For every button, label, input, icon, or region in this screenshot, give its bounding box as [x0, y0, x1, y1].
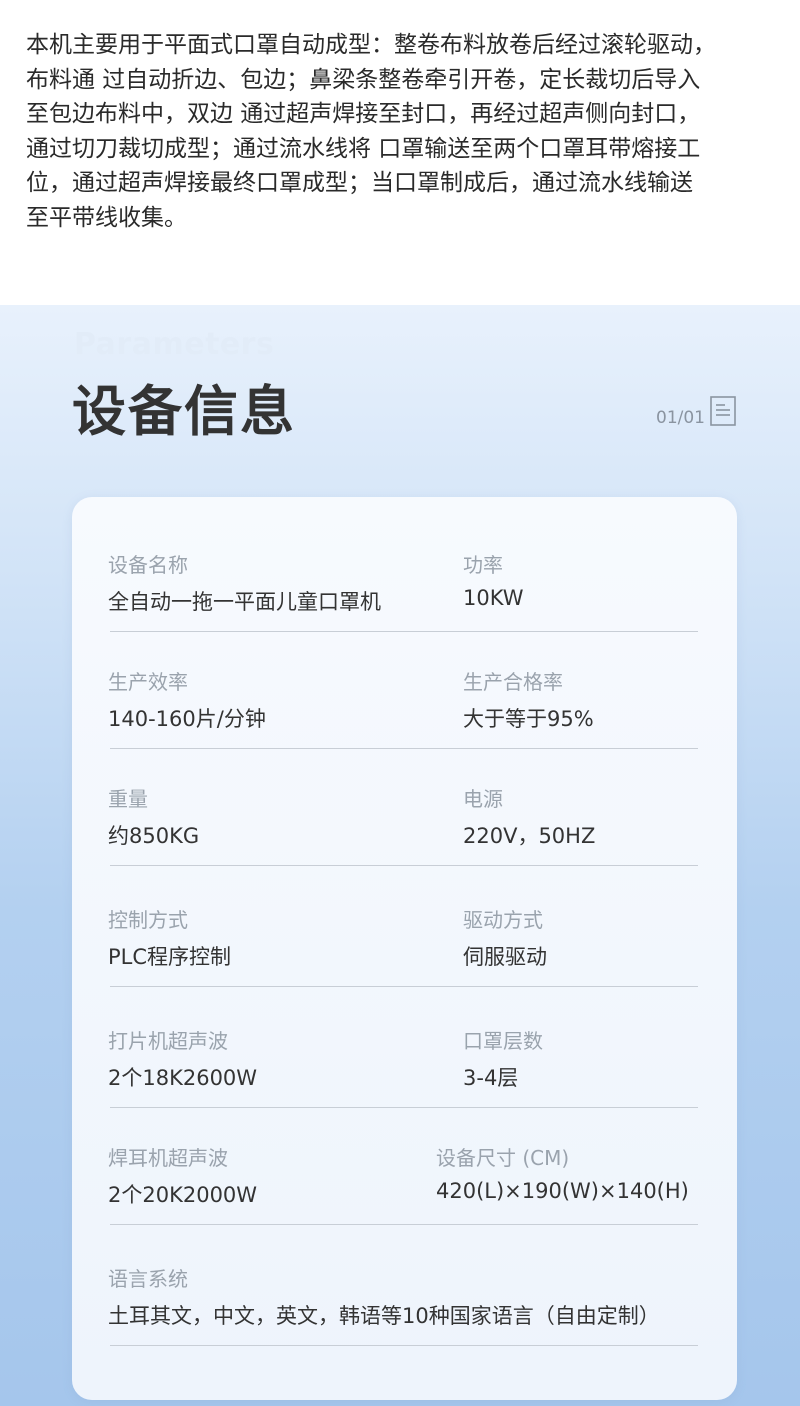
row-divider — [110, 1224, 698, 1225]
param-value: 伺服驱动 — [463, 945, 547, 969]
param-mask-layers: 口罩层数 3-4层 — [463, 1025, 543, 1092]
intro-line: 位，通过超声焊接最终口罩成型；当口罩制成后，通过流水线输送 — [26, 170, 693, 196]
param-cutter-ultrasonic: 打片机超声波 2个18K2600W — [108, 1025, 257, 1092]
intro-section: 本机主要用于平面式口罩自动成型：整卷布料放卷后经过滚轮驱动， 布料通 过自动折边、… — [0, 0, 800, 305]
param-power: 功率 10KW — [463, 549, 524, 610]
document-list-icon — [710, 396, 736, 426]
param-pass-rate: 生产合格率 大于等于95% — [463, 666, 594, 733]
param-label: 功率 — [463, 553, 503, 577]
intro-line: 至平带线收集。 — [26, 204, 187, 231]
param-value: 全自动一拖一平面儿童口罩机 — [108, 590, 381, 614]
param-value: 约850KG — [108, 824, 200, 848]
param-efficiency: 生产效率 140-160片/分钟 — [108, 666, 266, 733]
row-divider — [110, 631, 698, 632]
param-value: 10KW — [463, 586, 524, 610]
param-value: 3-4层 — [463, 1066, 519, 1090]
param-value: 420(L)×190(W)×140(H) — [436, 1179, 689, 1203]
param-dimensions: 设备尺寸 (CM) 420(L)×190(W)×140(H) — [436, 1142, 689, 1203]
intro-line: 本机主要用于平面式口罩自动成型：整卷布料放卷后经过滚轮驱动， — [26, 32, 716, 58]
intro-line: 布料通 过自动折边、包边；鼻梁条整卷牵引开卷，定长裁切后导入 — [26, 66, 701, 93]
param-value: 140-160片/分钟 — [108, 707, 266, 731]
param-drive-mode: 驱动方式 伺服驱动 — [463, 904, 547, 971]
param-label: 生产合格率 — [463, 670, 563, 694]
param-label: 口罩层数 — [463, 1029, 543, 1053]
param-weight: 重量 约850KG — [108, 783, 199, 850]
intro-paragraph: 本机主要用于平面式口罩自动成型：整卷布料放卷后经过滚轮驱动， 布料通 过自动折边、… — [26, 28, 774, 235]
param-value: 土耳其文，中文，英文，韩语等10种国家语言（自由定制） — [108, 1304, 660, 1328]
param-value: PLC程序控制 — [108, 945, 232, 969]
parameters-section: Parameters 设备信息 01/01 设备名称 全自动一拖一平面儿童口罩机… — [0, 305, 800, 1406]
param-device-name: 设备名称 全自动一拖一平面儿童口罩机 — [108, 549, 381, 616]
param-value: 大于等于95% — [463, 707, 594, 731]
section-english-title: Parameters — [74, 327, 275, 362]
param-label: 生产效率 — [108, 670, 188, 694]
param-label: 焊耳机超声波 — [108, 1146, 228, 1170]
param-value: 2个18K2600W — [108, 1066, 258, 1090]
section-title: 设备信息 — [72, 380, 296, 443]
param-power-supply: 电源 220V，50HZ — [463, 783, 595, 850]
param-label: 语言系统 — [108, 1267, 188, 1291]
param-label: 控制方式 — [108, 908, 188, 932]
row-divider — [110, 986, 698, 987]
row-divider — [110, 748, 698, 749]
param-label: 设备名称 — [108, 553, 188, 577]
param-earloop-ultrasonic: 焊耳机超声波 2个20K2000W — [108, 1142, 257, 1209]
param-value: 220V，50HZ — [463, 824, 596, 848]
param-language-system: 语言系统 土耳其文，中文，英文，韩语等10种国家语言（自由定制） — [108, 1263, 660, 1330]
row-divider — [110, 865, 698, 866]
param-label: 重量 — [108, 787, 148, 811]
row-divider — [110, 1107, 698, 1108]
param-value: 2个20K2000W — [108, 1183, 258, 1207]
param-label: 驱动方式 — [463, 908, 543, 932]
parameters-card: 设备名称 全自动一拖一平面儿童口罩机 功率 10KW 生产效率 140-160片… — [72, 497, 737, 1400]
row-divider — [110, 1345, 698, 1346]
intro-line: 通过切刀裁切成型；通过流水线将 口罩输送至两个口罩耳带熔接工 — [26, 135, 701, 162]
param-label: 电源 — [463, 787, 503, 811]
param-label: 设备尺寸 (CM) — [436, 1146, 570, 1170]
param-label: 打片机超声波 — [108, 1029, 228, 1053]
intro-line: 至包边布料中，双边 通过超声焊接至封口，再经过超声侧向封口， — [26, 101, 701, 127]
param-control-mode: 控制方式 PLC程序控制 — [108, 904, 231, 971]
page-indicator: 01/01 — [656, 408, 705, 428]
